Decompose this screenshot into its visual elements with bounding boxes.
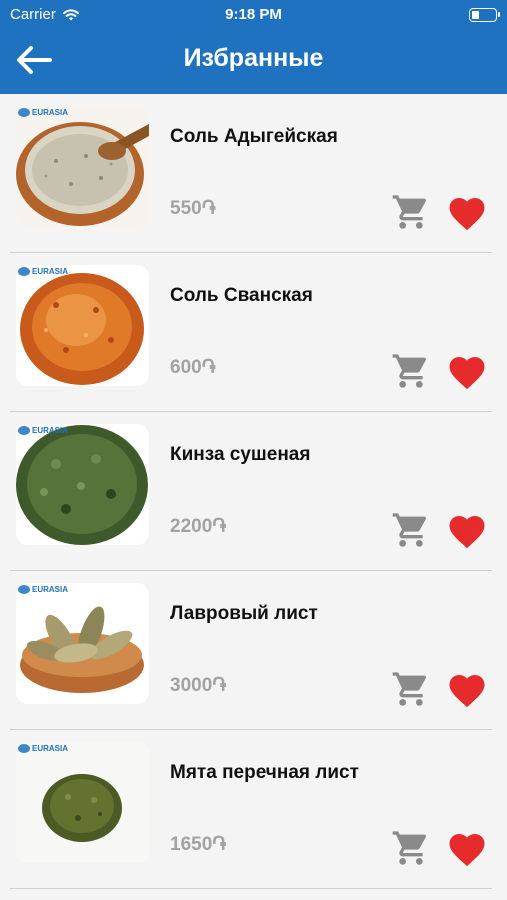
list-item[interactable]: EURASIA Соль Адыгейская 550֏ (0, 94, 507, 253)
heart-icon (449, 516, 485, 549)
product-image[interactable]: EURASIA (16, 265, 149, 386)
heart-icon (449, 198, 485, 231)
brand-logo: EURASIA (18, 108, 68, 117)
product-price: 600֏ (170, 357, 216, 378)
favorite-button[interactable] (446, 510, 488, 550)
peppermint-leaf-image (16, 742, 149, 863)
status-bar: Carrier 9:18 PM (0, 0, 507, 30)
list-item[interactable]: EURASIA Мята перечная лист 1650֏ (0, 730, 507, 889)
product-image[interactable]: EURASIA (16, 742, 149, 863)
product-price: 3000֏ (170, 675, 227, 696)
brand-logo: EURASIA (18, 267, 68, 276)
heart-icon (449, 357, 485, 390)
adyghe-salt-image (16, 106, 149, 227)
product-image[interactable]: EURASIA (16, 424, 149, 545)
product-name: Соль Адыгейская (170, 126, 338, 147)
product-name: Кинза сушеная (170, 444, 311, 465)
bay-leaves-image (16, 583, 149, 704)
add-to-cart-button[interactable] (391, 192, 431, 232)
favorite-button[interactable] (446, 828, 488, 868)
product-price: 550֏ (170, 198, 216, 219)
product-image[interactable]: EURASIA (16, 583, 149, 704)
page-title: Избранные (183, 44, 324, 72)
navigation-bar: Carrier 9:18 PM Избранные (0, 0, 507, 94)
favorites-list: EURASIA Соль Адыгейская 550֏ EURASIA Сол… (0, 94, 507, 889)
battery-icon (469, 8, 500, 22)
svan-salt-image (16, 265, 149, 386)
brand-logo: EURASIA (18, 585, 68, 594)
favorite-button[interactable] (446, 669, 488, 709)
cart-icon (392, 831, 427, 865)
product-price: 1650֏ (170, 834, 227, 855)
heart-icon (449, 834, 485, 867)
product-name: Мята перечная лист (170, 762, 359, 783)
brand-logo: EURASIA (18, 426, 68, 435)
cart-icon (392, 195, 427, 229)
product-name: Лавровый лист (170, 603, 318, 624)
cart-icon (392, 354, 427, 388)
list-item[interactable]: EURASIA Кинза сушеная 2200֏ (0, 412, 507, 571)
favorite-button[interactable] (446, 192, 488, 232)
product-name: Соль Сванская (170, 285, 313, 306)
product-image[interactable]: EURASIA (16, 106, 149, 227)
divider (10, 888, 492, 889)
list-item[interactable]: EURASIA Лавровый лист 3000֏ (0, 571, 507, 730)
brand-logo: EURASIA (18, 744, 68, 753)
add-to-cart-button[interactable] (391, 828, 431, 868)
product-price: 2200֏ (170, 516, 227, 537)
cart-icon (392, 672, 427, 706)
add-to-cart-button[interactable] (391, 510, 431, 550)
heart-icon (449, 675, 485, 708)
cart-icon (392, 513, 427, 547)
favorite-button[interactable] (446, 351, 488, 391)
add-to-cart-button[interactable] (391, 351, 431, 391)
add-to-cart-button[interactable] (391, 669, 431, 709)
clock: 9:18 PM (225, 6, 282, 23)
list-item[interactable]: EURASIA Соль Сванская 600֏ (0, 253, 507, 412)
dried-cilantro-image (16, 424, 149, 545)
